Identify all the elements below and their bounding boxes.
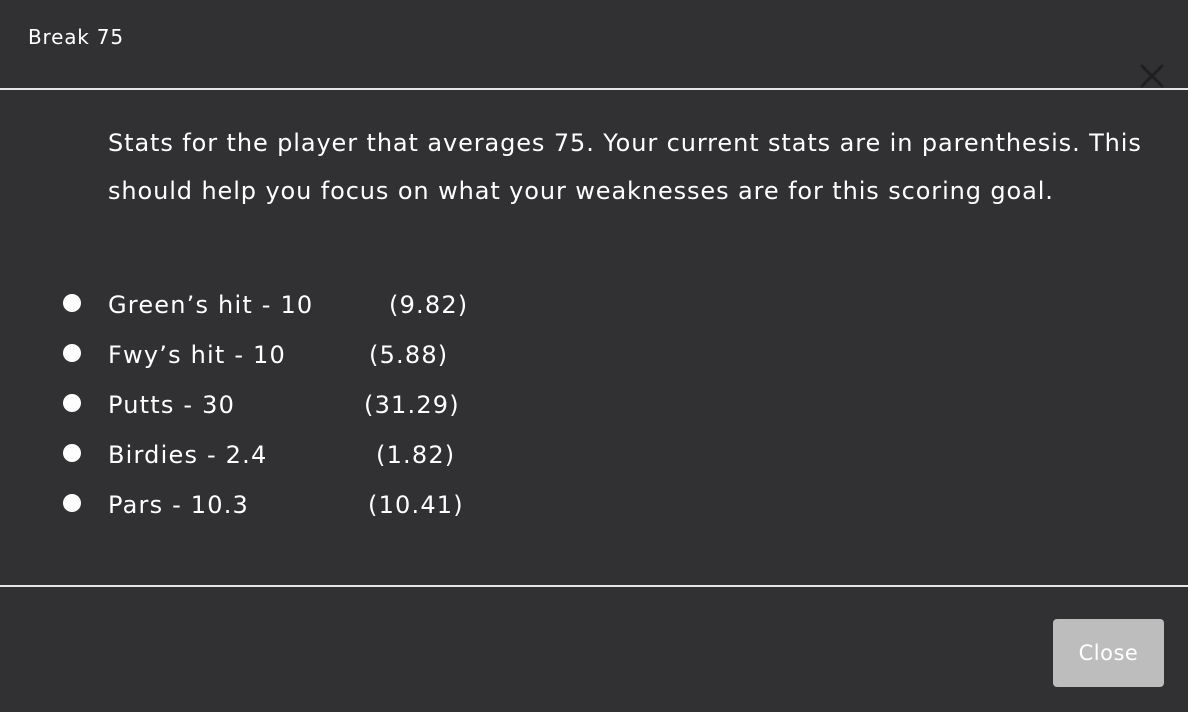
- modal-footer: Close: [0, 585, 1188, 712]
- modal-title: Break 75: [28, 25, 124, 49]
- list-item: Green’s hit - 10 (9.82): [0, 283, 700, 333]
- close-button[interactable]: Close: [1053, 619, 1164, 687]
- bullet-icon: [63, 294, 81, 312]
- modal-body: Stats for the player that averages 75. Y…: [0, 92, 1188, 586]
- stat-current: (9.82): [389, 291, 469, 319]
- stat-goal: Fwy’s hit - 10: [108, 341, 286, 369]
- bullet-icon: [63, 394, 81, 412]
- list-item: Birdies - 2.4 (1.82): [0, 433, 700, 483]
- stats-list: Green’s hit - 10 (9.82) Fwy’s hit - 10 (…: [0, 283, 700, 533]
- modal-header: Break 75: [0, 0, 1188, 90]
- stat-current: (1.82): [376, 441, 456, 469]
- stat-goal: Green’s hit - 10: [108, 291, 314, 319]
- stat-current: (31.29): [364, 391, 460, 419]
- list-item: Putts - 30 (31.29): [0, 383, 700, 433]
- list-item: Pars - 10.3 (10.41): [0, 483, 700, 533]
- stat-goal: Putts - 30: [108, 391, 236, 419]
- stat-current: (10.41): [368, 491, 464, 519]
- break-75-modal: Break 75 Stats for the player that avera…: [0, 0, 1188, 712]
- stat-current: (5.88): [369, 341, 449, 369]
- bullet-icon: [63, 344, 81, 362]
- bullet-icon: [63, 444, 81, 462]
- close-x-icon[interactable]: [1139, 63, 1165, 89]
- stat-goal: Birdies - 2.4: [108, 441, 268, 469]
- intro-text: Stats for the player that averages 75. Y…: [108, 129, 1142, 205]
- stat-goal: Pars - 10.3: [108, 491, 250, 519]
- bullet-icon: [63, 494, 81, 512]
- list-item: Fwy’s hit - 10 (5.88): [0, 333, 700, 383]
